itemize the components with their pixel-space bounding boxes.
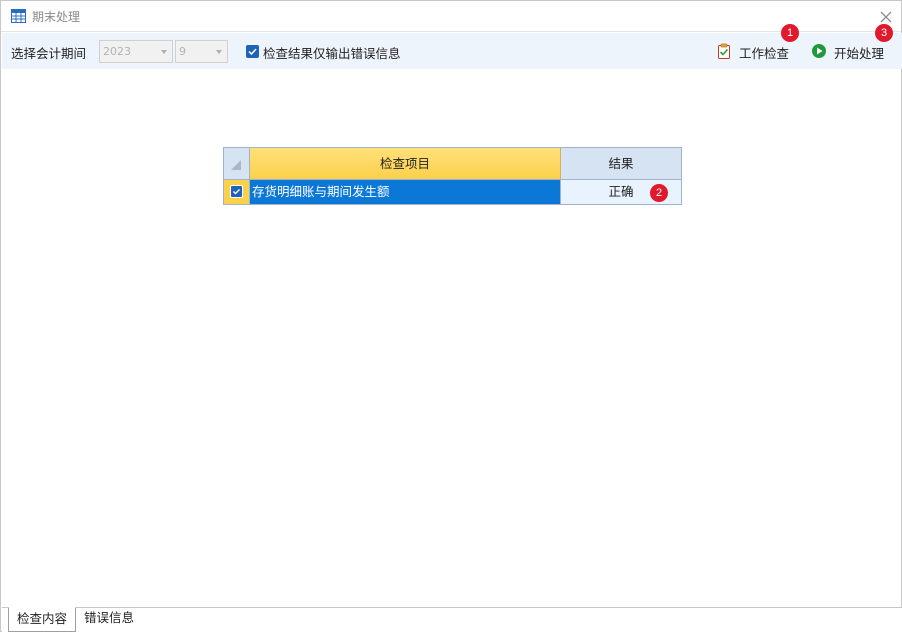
- bottom-tab-bar: 检查内容 错误信息: [2, 607, 902, 632]
- table-icon: [11, 9, 26, 23]
- period-end-window: 期末处理 选择会计期间 2023 9 检查结果仅输出错误信息 工作检查 开始处理…: [0, 0, 902, 632]
- annotation-badge-1: 1: [781, 24, 799, 42]
- title-bar: 期末处理: [1, 1, 901, 32]
- period-label: 选择会计期间: [11, 46, 87, 61]
- annotation-badge-3: 3: [875, 24, 893, 42]
- start-process-label: 开始处理: [834, 46, 885, 61]
- grid-header: 检查项目 结果: [224, 148, 681, 180]
- errors-only-label[interactable]: 检查结果仅输出错误信息: [263, 43, 401, 62]
- errors-only-checkbox[interactable]: [246, 45, 259, 58]
- start-process-button[interactable]: 开始处理: [811, 39, 889, 63]
- chevron-down-icon: [161, 50, 167, 54]
- toolbar: 选择会计期间 2023 9 检查结果仅输出错误信息 工作检查 开始处理: [2, 33, 902, 69]
- select-all-corner[interactable]: [224, 148, 250, 180]
- tab-check-content[interactable]: 检查内容: [8, 607, 77, 632]
- month-value: 9: [179, 45, 186, 58]
- column-header-result[interactable]: 结果: [561, 148, 681, 180]
- table-row[interactable]: 存货明细账与期间发生额 正确: [224, 180, 681, 204]
- play-icon: [811, 43, 827, 59]
- window-title: 期末处理: [32, 10, 81, 24]
- year-value: 2023: [103, 45, 131, 58]
- work-check-button[interactable]: 工作检查: [716, 39, 792, 63]
- check-items-grid: 检查项目 结果 存货明细账与期间发生额 正确: [223, 147, 682, 205]
- annotation-badge-2: 2: [650, 184, 668, 202]
- year-select[interactable]: 2023: [99, 40, 173, 63]
- tab-error-info[interactable]: 错误信息: [76, 607, 142, 632]
- checkmark-icon: [248, 48, 257, 56]
- row-indicator: [224, 180, 250, 204]
- row-item-cell[interactable]: 存货明细账与期间发生额: [250, 180, 561, 204]
- corner-triangle-icon: [231, 160, 241, 170]
- work-check-label: 工作检查: [739, 46, 790, 61]
- month-select[interactable]: 9: [175, 40, 228, 63]
- checkmark-icon: [233, 189, 240, 195]
- chevron-down-icon: [216, 50, 222, 54]
- column-header-item[interactable]: 检查项目: [250, 148, 561, 180]
- clipboard-check-icon: [716, 43, 732, 59]
- row-checkbox[interactable]: [230, 185, 243, 198]
